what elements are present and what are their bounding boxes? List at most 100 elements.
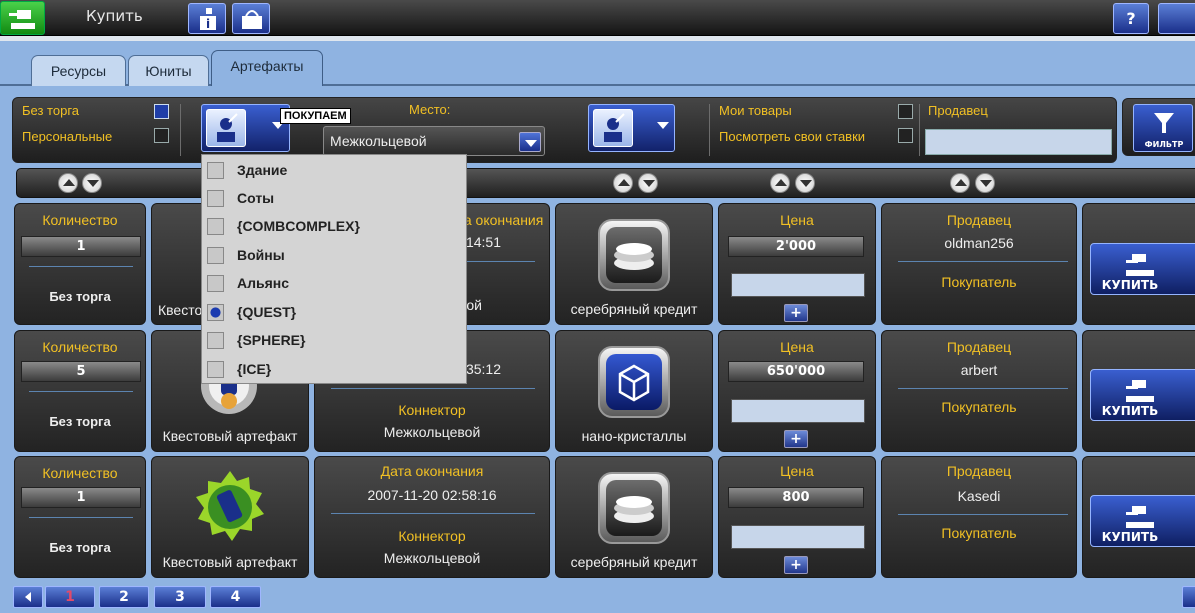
buy-type-selector[interactable]: [201, 104, 290, 152]
checkbox[interactable]: [207, 332, 224, 349]
sell-type-selector[interactable]: [588, 104, 675, 152]
resource-name: нано-кристаллы: [581, 428, 687, 444]
quantity-cell: Количество 1 Без торга: [14, 456, 146, 578]
divider: [29, 266, 133, 267]
checkbox[interactable]: [207, 247, 224, 264]
tab-artifacts[interactable]: Артефакты: [211, 50, 323, 86]
quantity-cell: Количество 1 Без торга: [14, 203, 146, 325]
dropdown-item-combs[interactable]: Соты: [207, 184, 462, 212]
chevron-down-icon[interactable]: [519, 132, 541, 152]
sort-up-button[interactable]: [950, 173, 970, 193]
resource-name: серебряный кредит: [570, 301, 698, 317]
prev-page-button[interactable]: [13, 586, 43, 608]
checkbox[interactable]: [207, 361, 224, 378]
place-select[interactable]: Межкольцевой: [323, 126, 545, 156]
sort-down-button[interactable]: [82, 173, 102, 193]
dropdown-item-label: {QUEST}: [237, 304, 297, 320]
checkbox[interactable]: [207, 218, 224, 235]
dropdown-item-building[interactable]: Здание: [207, 156, 462, 184]
dropdown-item-label: {COMBCOMPLEX}: [237, 218, 360, 234]
buy-button[interactable]: КУПИТЬ: [1090, 243, 1195, 295]
checkbox-checked[interactable]: [207, 304, 224, 321]
sort-up-button[interactable]: [770, 173, 790, 193]
end-date-label: Дата окончания: [380, 463, 484, 479]
gavel-icon: [1126, 506, 1154, 528]
dropdown-item-wars[interactable]: Войны: [207, 241, 462, 269]
dropdown-item-label: {ICE}: [237, 361, 272, 377]
checkbox[interactable]: [207, 190, 224, 207]
seller-input[interactable]: [925, 129, 1112, 155]
bid-input[interactable]: [731, 525, 865, 549]
add-bid-button[interactable]: +: [784, 304, 808, 322]
filter-button-label: ФИЛЬТР: [1144, 140, 1184, 149]
sort-down-button[interactable]: [975, 173, 995, 193]
filter-button[interactable]: ФИЛЬТР: [1133, 104, 1193, 152]
buy-button-label: КУПИТЬ: [1101, 530, 1159, 544]
bid-input[interactable]: [731, 399, 865, 423]
sort-up-button[interactable]: [58, 173, 78, 193]
page-3-button[interactable]: 3: [154, 586, 206, 608]
personal-checkbox[interactable]: [154, 128, 169, 143]
add-bid-button[interactable]: +: [784, 556, 808, 574]
divider: [29, 391, 133, 392]
buy-direction-icon: [206, 109, 246, 147]
dropdown-item-combcomplex[interactable]: {COMBCOMPLEX}: [207, 212, 462, 240]
buy-button[interactable]: КУПИТЬ: [1090, 369, 1195, 421]
dropdown-item-label: Соты: [237, 190, 275, 206]
checkbox[interactable]: [207, 162, 224, 179]
divider: [709, 104, 710, 156]
help-button[interactable]: ?: [1113, 3, 1149, 34]
menu-button[interactable]: [1158, 3, 1195, 34]
artifact-cell: Квестовый артефакт: [151, 456, 309, 578]
add-bid-button[interactable]: +: [784, 430, 808, 448]
sell-direction-icon: [593, 109, 633, 147]
my-bids-checkbox[interactable]: [898, 128, 913, 143]
next-page-button[interactable]: [1182, 586, 1195, 608]
artifact-name: Квестовый артефакт: [162, 428, 298, 444]
connector-value: Межкольцевой: [383, 550, 481, 566]
basket-icon: [242, 10, 262, 29]
page-1-button[interactable]: 1: [45, 586, 95, 608]
divider: [919, 104, 920, 156]
resource-cell: серебряный кредит: [555, 203, 713, 325]
my-goods-checkbox[interactable]: [898, 104, 913, 119]
info-button[interactable]: i: [188, 3, 226, 34]
my-goods-label: Мои товары: [719, 103, 792, 118]
sort-down-button[interactable]: [795, 173, 815, 193]
dropdown-item-ice[interactable]: {ICE}: [207, 355, 462, 383]
dropdown-item-quest[interactable]: {QUEST}: [207, 298, 462, 326]
no-bargain-checkbox[interactable]: [154, 104, 169, 119]
artifact-name: Квестовый артефакт: [162, 554, 298, 570]
page-2-button[interactable]: 2: [99, 586, 149, 608]
auction-gavel-button[interactable]: [0, 1, 45, 35]
page-title: Купить: [86, 7, 143, 25]
bargain-status: Без торга: [49, 289, 111, 304]
seller-name: Kasedi: [957, 488, 1001, 504]
price-label: Цена: [780, 339, 814, 355]
buy-button[interactable]: КУПИТЬ: [1090, 495, 1195, 547]
tab-resources[interactable]: Ресурсы: [31, 55, 126, 86]
dropdown-item-alliance[interactable]: Альянс: [207, 269, 462, 297]
quantity-label: Количество: [42, 339, 118, 355]
quest-phone-artifact-icon: [196, 471, 264, 541]
my-bids-label: Посмотреть свои ставки: [719, 129, 866, 144]
divider: [29, 517, 133, 518]
seller-label: Продавец: [946, 212, 1012, 228]
quantity-value: 1: [21, 487, 141, 508]
quantity-label: Количество: [42, 212, 118, 228]
gavel-icon: [1126, 254, 1154, 276]
checkbox[interactable]: [207, 275, 224, 292]
dropdown-item-sphere[interactable]: {SPHERE}: [207, 326, 462, 354]
dropdown-item-label: Альянс: [237, 275, 290, 291]
page-4-button[interactable]: 4: [210, 586, 261, 608]
sort-down-button[interactable]: [638, 173, 658, 193]
top-bar: [0, 0, 1195, 36]
sort-up-button[interactable]: [613, 173, 633, 193]
bid-input[interactable]: [731, 273, 865, 297]
cart-button[interactable]: [232, 3, 270, 34]
silver-credit-icon: [598, 472, 670, 544]
top-bar-strip: [0, 36, 1195, 41]
tab-units[interactable]: Юниты: [128, 55, 209, 86]
filter-button-frame: ФИЛЬТР: [1122, 98, 1195, 156]
bargain-status: Без торга: [49, 540, 111, 555]
